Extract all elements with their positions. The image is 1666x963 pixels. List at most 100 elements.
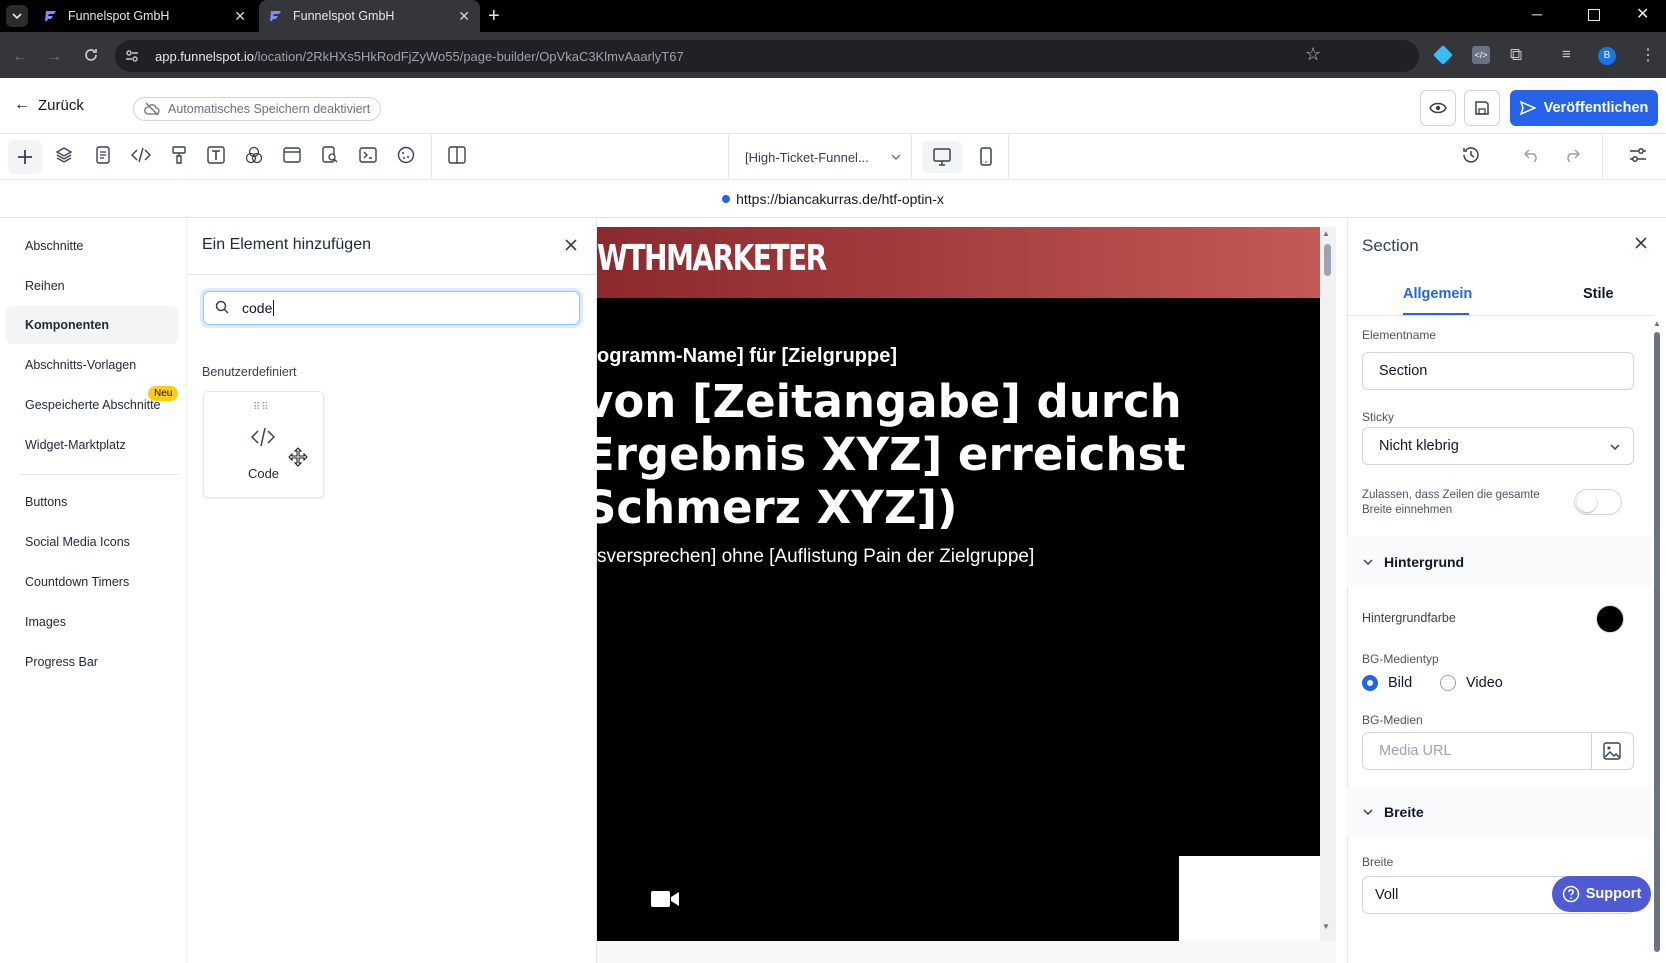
page-select[interactable]: [High-Ticket-Funnel...	[728, 134, 912, 180]
panel-divider	[187, 274, 597, 275]
canvas-subline[interactable]: sversprechen] ohne [Auflistung Pain der …	[597, 546, 1034, 568]
radio-bild[interactable]: Bild	[1362, 675, 1412, 691]
canvas-bottom-strip	[597, 941, 1336, 963]
scroll-up-icon[interactable]: ▲	[1653, 319, 1661, 328]
nav-item-section-templates[interactable]: Abschnitts-Vorlagen	[6, 346, 178, 384]
tab-styles[interactable]: Stile	[1583, 286, 1614, 302]
eye-icon	[1429, 102, 1447, 114]
canvas-headline-line[interactable]: Ergebnis XYZ] erreichst	[584, 428, 1186, 481]
nav-item-rows[interactable]: Reihen	[6, 267, 178, 305]
scroll-up-icon[interactable]: ▲	[1322, 229, 1330, 238]
fullwidth-toggle[interactable]	[1574, 489, 1622, 515]
nav-divider	[19, 474, 179, 475]
site-info-icon[interactable]	[124, 48, 140, 64]
code-extension-icon[interactable]: </>	[1472, 46, 1490, 64]
save-button[interactable]	[1464, 90, 1500, 126]
undo-button[interactable]	[1515, 138, 1549, 172]
publish-button[interactable]: Veröffentlichen	[1510, 90, 1658, 126]
nav-item-countdown-timers[interactable]: Countdown Timers	[6, 563, 178, 601]
nav-item-widget-marketplace[interactable]: Widget-Marktplatz	[6, 426, 178, 464]
scroll-down-icon[interactable]: ▼	[1322, 922, 1330, 931]
browser-back-icon[interactable]: ←	[12, 48, 28, 66]
tab-search-button[interactable]	[6, 5, 28, 27]
sticky-select[interactable]: Nicht klebrig	[1362, 427, 1634, 465]
chevron-down-icon	[1363, 809, 1373, 816]
width-header-label: Breite	[1384, 804, 1424, 820]
media-library-button[interactable]	[1591, 732, 1634, 770]
browser-tab-1[interactable]: Funnelspot GmbH ✕	[34, 0, 256, 32]
search-value: code	[242, 300, 273, 316]
colors-button[interactable]	[237, 138, 271, 172]
tracking-code-button[interactable]	[351, 138, 385, 172]
preview-url[interactable]: https://biancakurras.de/htf-optin-x	[736, 191, 944, 207]
reload-icon[interactable]	[83, 47, 99, 63]
desktop-icon	[933, 148, 951, 166]
typography-button[interactable]	[199, 138, 233, 172]
drag-handle-icon[interactable]: ⠿⠿	[253, 402, 270, 413]
pages-button[interactable]	[86, 138, 120, 172]
canvas-white-block[interactable]	[1179, 856, 1320, 941]
code-element-card[interactable]: ⠿⠿ Code	[203, 391, 324, 498]
browser-tab-2[interactable]: Funnelspot GmbH ✕	[259, 0, 480, 32]
canvas-scrollbar[interactable]	[1320, 227, 1336, 941]
support-button[interactable]: Support	[1552, 876, 1651, 912]
nav-item-buttons[interactable]: Buttons	[6, 483, 178, 521]
close-tab-icon[interactable]: ✕	[234, 8, 246, 25]
bg-media-url-input[interactable]: Media URL	[1362, 732, 1592, 770]
browser-forward-icon[interactable]: →	[46, 48, 62, 66]
canvas-headline-line[interactable]: Schmerz XYZ])	[584, 481, 958, 534]
close-settings-button[interactable]	[1633, 235, 1649, 251]
add-element-button[interactable]	[8, 140, 42, 174]
nav-item-social-media-icons[interactable]: Social Media Icons	[6, 523, 178, 561]
close-tab-icon[interactable]: ✕	[458, 8, 470, 25]
bookmark-star-icon[interactable]: ☆	[1305, 44, 1321, 65]
browser-menu-icon[interactable]: ⋮	[1640, 45, 1656, 65]
cookie-settings-button[interactable]	[389, 138, 423, 172]
custom-code-button[interactable]	[124, 138, 158, 172]
settings-scrollbar-thumb[interactable]	[1654, 332, 1660, 952]
canvas-subheadline[interactable]: ogramm-Name] für [Zielgruppe]	[597, 345, 897, 368]
history-button[interactable]	[1454, 138, 1488, 172]
close-add-panel-button[interactable]	[563, 237, 579, 253]
desktop-view-button[interactable]	[922, 141, 962, 173]
nav-item-sections[interactable]: Abschnitte	[6, 227, 178, 265]
layers-button[interactable]	[47, 138, 81, 172]
element-search-input[interactable]: code	[203, 291, 580, 325]
element-name-input[interactable]: Section	[1362, 352, 1634, 390]
profile-avatar[interactable]: B	[1598, 47, 1616, 65]
sticky-value: Nicht klebrig	[1379, 438, 1459, 454]
split-view-button[interactable]	[440, 138, 474, 172]
nav-item-components[interactable]: Komponenten	[6, 306, 178, 344]
popup-button[interactable]	[275, 138, 309, 172]
close-window-button[interactable]: ✕	[1636, 4, 1649, 24]
tab-title: Funnelspot GmbH	[68, 9, 170, 23]
settings-panel-toggle[interactable]	[1621, 138, 1655, 172]
tab-general[interactable]: Allgemein	[1403, 286, 1472, 302]
redo-button[interactable]	[1555, 138, 1589, 172]
page-canvas[interactable]	[597, 227, 1320, 941]
back-button[interactable]: ← Zurück	[14, 96, 84, 114]
seo-button[interactable]	[313, 138, 347, 172]
nav-item-progress-bar[interactable]: Progress Bar	[6, 643, 178, 681]
autosave-toggle[interactable]: Automatisches Speichern deaktiviert	[133, 97, 382, 121]
width-section-header[interactable]: Breite	[1347, 787, 1652, 837]
preview-url-bar: https://biancakurras.de/htf-optin-x	[0, 180, 1666, 218]
background-section-header[interactable]: Hintergrund	[1347, 537, 1652, 587]
canvas-headline-line[interactable]: von [Zeitangabe] durch	[584, 375, 1182, 428]
radio-video[interactable]: Video	[1440, 675, 1503, 691]
url-field[interactable]: app.funnelspot.io/location/2RkHXs5HkRodF…	[115, 40, 1419, 72]
styles-button[interactable]	[162, 138, 196, 172]
preview-button[interactable]	[1420, 90, 1456, 126]
maximize-window-button[interactable]	[1588, 9, 1600, 21]
sliders-icon	[1630, 148, 1646, 162]
extensions-puzzle-icon[interactable]: ⧉	[1510, 45, 1522, 65]
bg-color-swatch[interactable]	[1596, 605, 1624, 633]
canvas-scrollbar-thumb[interactable]	[1324, 244, 1331, 276]
nav-item-images[interactable]: Images	[6, 603, 178, 641]
new-tab-button[interactable]: +	[488, 5, 500, 28]
minimize-window-button[interactable]: ─	[1532, 6, 1542, 22]
code-icon	[131, 147, 151, 163]
url-path: /location/2RkHXs5HkRodFjZyWo55/page-buil…	[254, 48, 684, 64]
media-controls-icon[interactable]: ≡	[1562, 46, 1571, 63]
mobile-view-button[interactable]	[966, 141, 1006, 173]
